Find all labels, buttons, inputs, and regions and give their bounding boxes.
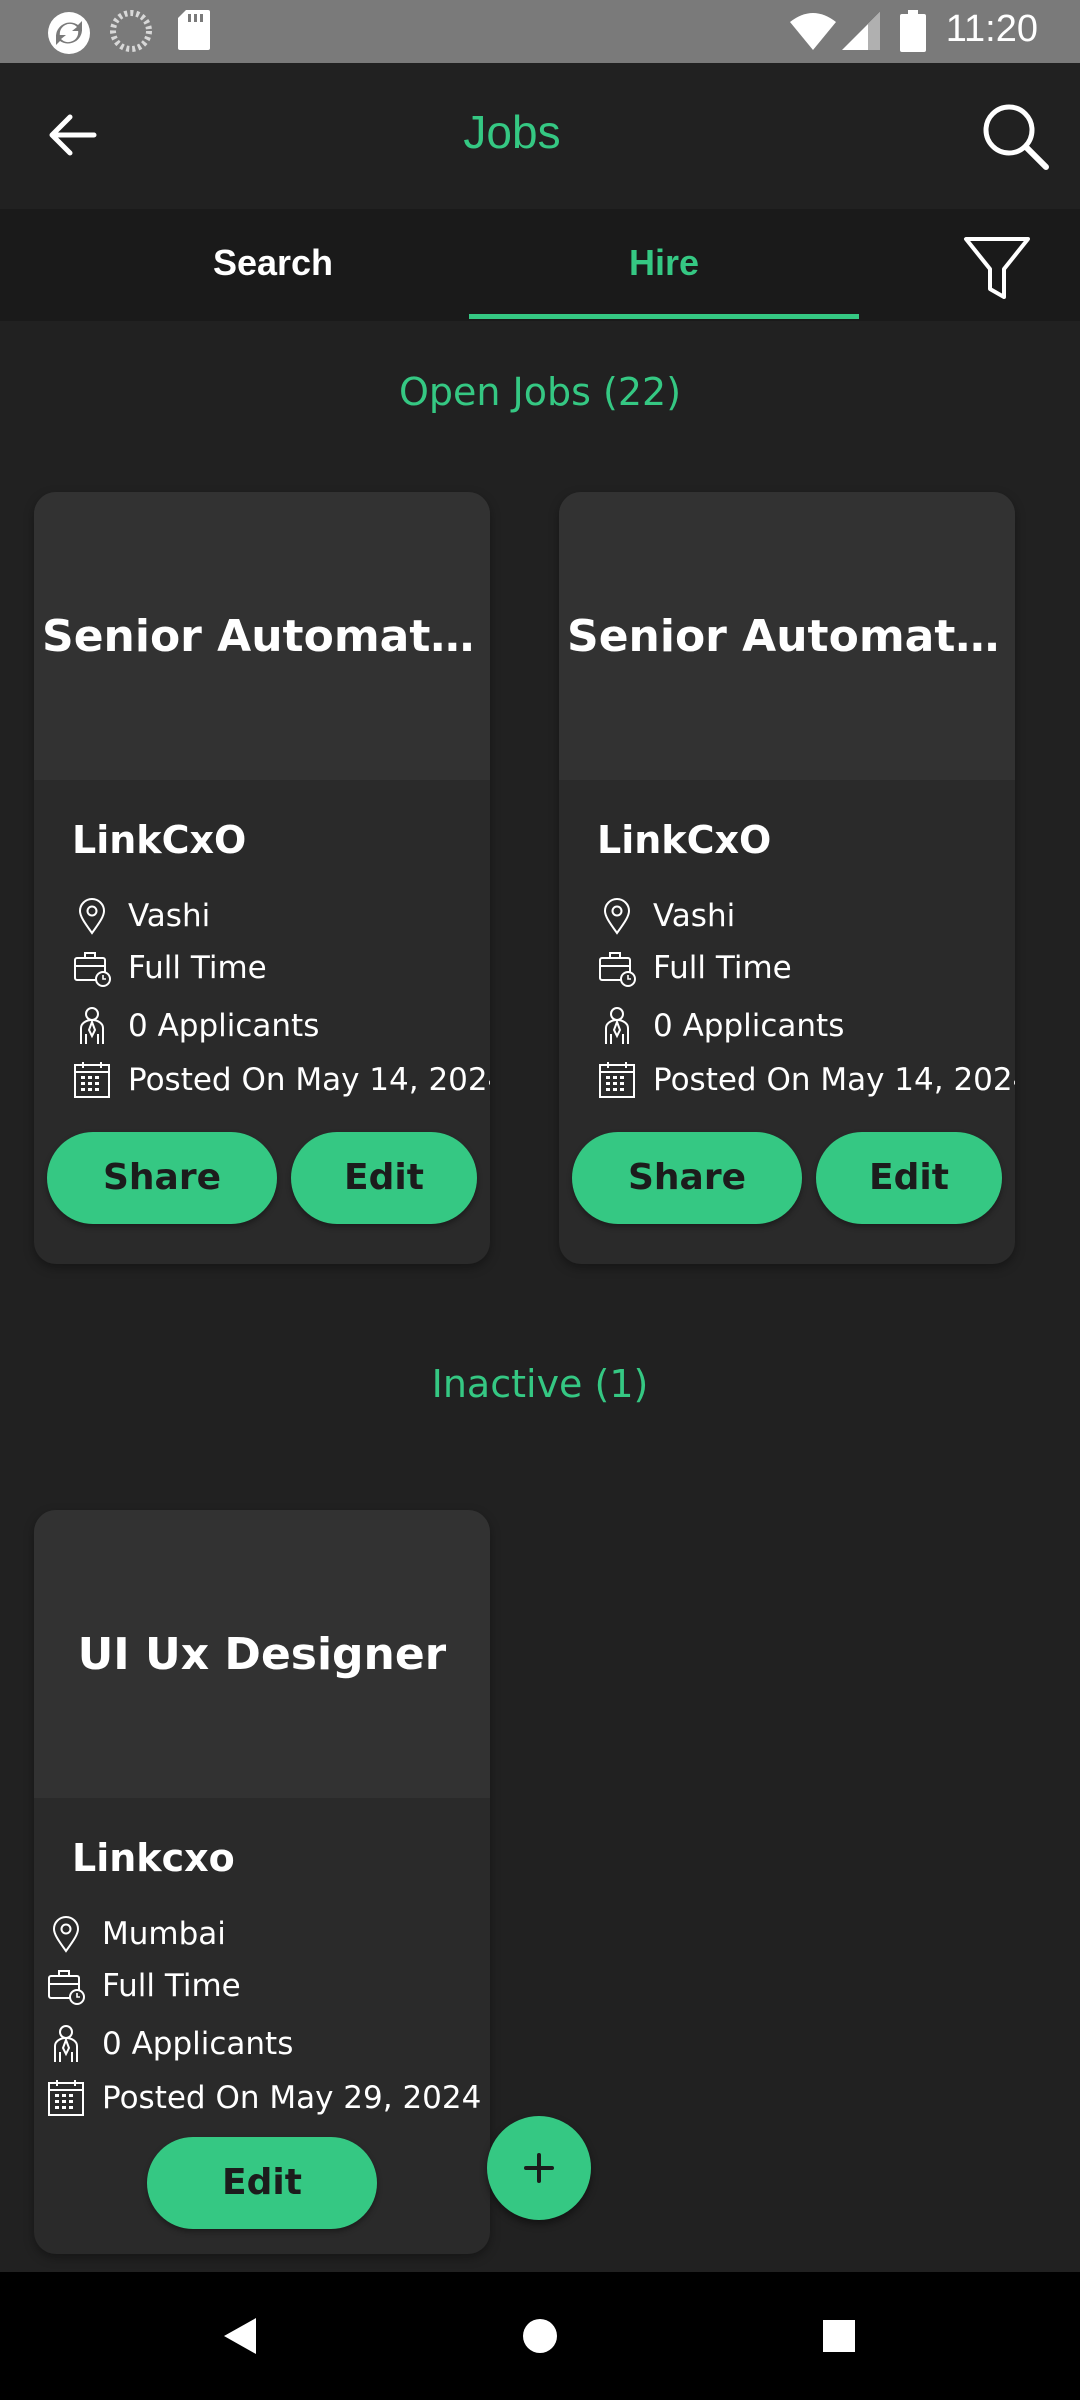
location-row: Vashi [72, 896, 210, 936]
battery-icon [900, 10, 926, 52]
job-type-row: Full Time [46, 1966, 241, 2006]
sd-card-icon [178, 10, 210, 50]
status-bar: 11:20 [0, 0, 1080, 63]
job-card[interactable]: Senior Automatio... LinkCxO Vashi Full T… [559, 492, 1015, 1264]
nav-recents-icon[interactable] [821, 2316, 857, 2356]
edit-button[interactable]: Edit [291, 1132, 477, 1224]
posted-row: Posted On May 14, 2024 [72, 1060, 490, 1100]
person-icon [54, 2025, 78, 2062]
job-location: Vashi [653, 898, 736, 934]
filter-icon[interactable] [962, 233, 1032, 303]
job-card[interactable]: UI Ux Designer Linkcxo Mumbai Full Time … [34, 1510, 490, 2254]
posted-row: Posted On May 29, 2024 [46, 2078, 481, 2118]
posted-row: Posted On May 14, 2024 [597, 1060, 1015, 1100]
location-row: Vashi [597, 896, 735, 936]
briefcase-clock-icon [48, 1970, 85, 2005]
system-navigation-bar [0, 2272, 1080, 2400]
location-pin-icon [52, 1916, 80, 1953]
applicants-row: 0 Applicants [46, 2024, 293, 2064]
location-pin-icon [603, 898, 631, 935]
job-type: Full Time [128, 950, 267, 986]
person-icon [80, 1007, 104, 1044]
job-title: UI Ux Designer [77, 1628, 447, 1680]
applicants-count: 0 Applicants [128, 1008, 320, 1044]
edit-button[interactable]: Edit [816, 1132, 1002, 1224]
add-job-button[interactable] [487, 2116, 591, 2220]
nav-home-icon[interactable] [522, 2316, 558, 2356]
posted-date: Posted On May 14, 2024 [128, 1062, 490, 1098]
calendar-icon [48, 2080, 84, 2116]
share-button[interactable]: Share [572, 1132, 802, 1224]
calendar-icon [599, 1062, 635, 1098]
briefcase-clock-icon [599, 952, 636, 987]
clock: 11:20 [945, 8, 1038, 50]
applicants-row: 0 Applicants [72, 1006, 319, 1046]
wifi-icon [790, 13, 836, 50]
search-icon[interactable] [980, 101, 1050, 171]
job-location: Vashi [128, 898, 211, 934]
job-card-header: Senior Automatio... [34, 492, 490, 780]
posted-date: Posted On May 14, 2024 [653, 1062, 1015, 1098]
job-title: Senior Automatio... [567, 610, 1007, 662]
job-type-row: Full Time [72, 948, 267, 988]
job-card[interactable]: Senior Automatio... LinkCxO Vashi Full T… [34, 492, 490, 1264]
tab-hire[interactable]: Hire [469, 209, 859, 321]
company-name: LinkCxO [597, 818, 772, 862]
tab-bar: Search Hire [0, 209, 1080, 321]
nav-back-icon[interactable] [222, 2316, 258, 2356]
share-button[interactable]: Share [47, 1132, 277, 1224]
signal-icon [842, 12, 880, 50]
open-jobs-heading: Open Jobs (22) [398, 370, 682, 414]
company-name: LinkCxO [72, 818, 247, 862]
job-card-header: UI Ux Designer [34, 1510, 490, 1798]
job-title: Senior Automatio... [42, 610, 482, 662]
calendar-icon [74, 1062, 110, 1098]
person-icon [605, 1007, 629, 1044]
applicants-count: 0 Applicants [102, 2026, 294, 2062]
job-card-header: Senior Automatio... [559, 492, 1015, 780]
briefcase-clock-icon [74, 952, 111, 987]
inactive-jobs-heading: Inactive (1) [431, 1362, 649, 1406]
job-type: Full Time [102, 1968, 241, 2004]
applicants-count: 0 Applicants [653, 1008, 845, 1044]
app-notification-icon [48, 12, 90, 54]
app-bar: Jobs [0, 63, 1080, 209]
location-pin-icon [78, 898, 106, 935]
loading-icon [110, 10, 152, 52]
applicants-row: 0 Applicants [597, 1006, 844, 1046]
tab-search[interactable]: Search [78, 209, 468, 321]
edit-button[interactable]: Edit [147, 2137, 377, 2229]
location-row: Mumbai [46, 1914, 226, 1954]
job-location: Mumbai [102, 1916, 226, 1952]
company-name: Linkcxo [72, 1836, 235, 1880]
posted-date: Posted On May 29, 2024 [102, 2080, 482, 2116]
job-type: Full Time [653, 950, 792, 986]
job-type-row: Full Time [597, 948, 792, 988]
page-title: Jobs [463, 106, 561, 158]
plus-icon [524, 2153, 554, 2183]
